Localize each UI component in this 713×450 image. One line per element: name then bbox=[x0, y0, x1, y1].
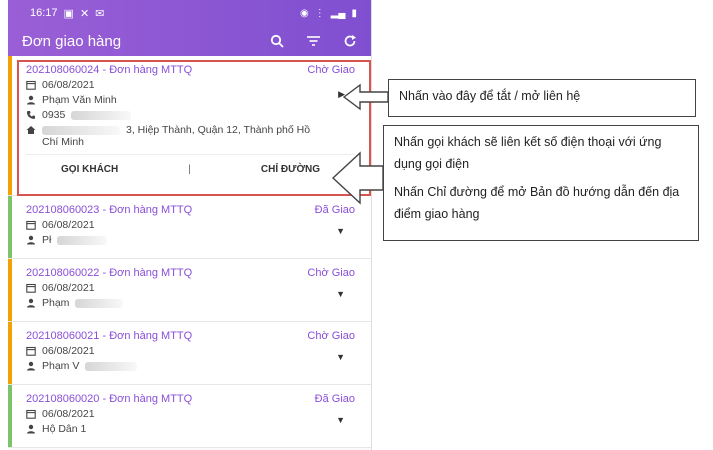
alarm-icon: ◉ bbox=[299, 7, 309, 19]
calendar-icon bbox=[26, 220, 36, 230]
battery-icon: ▮ bbox=[351, 7, 357, 19]
order-status: Chờ Giao bbox=[307, 64, 355, 76]
callout-toggle-text: Nhấn vào đây để tắt / mở liên hệ bbox=[399, 89, 581, 103]
page-title: Đơn giao hàng bbox=[22, 32, 122, 50]
order-code: 202108060024 - Đơn hàng MTTQ bbox=[26, 64, 193, 76]
order-item[interactable]: 202108060020 - Đơn hàng MTTQ Đã Giao 06/… bbox=[8, 385, 371, 448]
signal-icon: ▂▄ bbox=[330, 7, 346, 19]
order-status: Đã Giao bbox=[314, 393, 355, 405]
calendar-icon bbox=[26, 283, 36, 293]
order-status: Đã Giao bbox=[314, 204, 355, 216]
customer-phone[interactable]: 0935 bbox=[42, 109, 65, 121]
order-code: 202108060023 - Đơn hàng MTTQ bbox=[26, 204, 193, 216]
order-code: 202108060022 - Đơn hàng MTTQ bbox=[26, 267, 193, 279]
order-date: 06/08/2021 bbox=[42, 79, 95, 91]
chevron-down-icon[interactable]: ▼ bbox=[336, 352, 345, 362]
redacted-phone bbox=[71, 110, 132, 120]
customer-name: Phạm V bbox=[42, 360, 80, 372]
phone-icon bbox=[26, 110, 36, 120]
divider: | bbox=[188, 164, 191, 175]
customer-address-line2: Chí Minh bbox=[42, 136, 85, 148]
customer-name: Phạm bbox=[42, 297, 70, 309]
person-icon bbox=[26, 361, 36, 371]
mail-icon: ✉ bbox=[95, 7, 105, 20]
chevron-down-icon[interactable]: ▼ bbox=[336, 289, 345, 299]
order-item[interactable]: 202108060021 - Đơn hàng MTTQ Chờ Giao 06… bbox=[8, 322, 371, 385]
order-actions: GỌI KHÁCH | CHỈ ĐƯỜNG bbox=[26, 154, 355, 184]
mute-icon: ✕ bbox=[79, 7, 90, 20]
customer-name: Hộ Dân 1 bbox=[42, 423, 87, 435]
calendar-icon bbox=[26, 80, 36, 90]
filter-icon[interactable] bbox=[306, 35, 321, 47]
status-bar-indicator bbox=[8, 259, 12, 321]
phone-screen: 16:17 ▣ ✕ ✉ ◉ ⋮ ▂▄ ▮ Đơn giao hàng 20210… bbox=[8, 0, 372, 450]
person-icon bbox=[26, 424, 36, 434]
status-time: 16:17 bbox=[30, 7, 58, 19]
order-status: Chờ Giao bbox=[307, 330, 355, 342]
status-bar: 16:17 ▣ ✕ ✉ ◉ ⋮ ▂▄ ▮ bbox=[8, 0, 371, 26]
redacted-name bbox=[75, 298, 124, 308]
customer-name: Phạm Văn Minh bbox=[42, 94, 117, 106]
callout-call-text: Nhấn gọi khách sẽ liên kết số điện thoại… bbox=[394, 135, 662, 171]
order-status: Chờ Giao bbox=[307, 267, 355, 279]
order-date: 06/08/2021 bbox=[42, 345, 95, 357]
person-icon bbox=[26, 95, 36, 105]
search-icon[interactable] bbox=[270, 34, 284, 48]
order-date: 06/08/2021 bbox=[42, 408, 95, 420]
order-code: 202108060020 - Đơn hàng MTTQ bbox=[26, 393, 193, 405]
app-bar: Đơn giao hàng bbox=[8, 26, 371, 56]
redacted-name bbox=[85, 361, 138, 371]
order-code: 202108060021 - Đơn hàng MTTQ bbox=[26, 330, 193, 342]
order-item[interactable]: 202108060022 - Đơn hàng MTTQ Chờ Giao 06… bbox=[8, 259, 371, 322]
order-item[interactable]: 202108060024 - Đơn hàng MTTQ Chờ Giao 06… bbox=[8, 56, 371, 196]
callout-toggle-contact: Nhấn vào đây để tắt / mở liên hệ bbox=[388, 79, 696, 117]
chevron-down-icon[interactable]: ▼ bbox=[336, 415, 345, 425]
redacted-address bbox=[42, 125, 120, 135]
chevron-down-icon[interactable]: ▼ bbox=[336, 226, 345, 236]
status-bar-indicator bbox=[8, 322, 12, 384]
person-icon bbox=[26, 235, 36, 245]
customer-address: 3, Hiệp Thành, Quận 12, Thành phố Hồ bbox=[126, 124, 311, 136]
order-date: 06/08/2021 bbox=[42, 282, 95, 294]
order-item[interactable]: 202108060023 - Đơn hàng MTTQ Đã Giao 06/… bbox=[8, 196, 371, 259]
status-bar-indicator bbox=[8, 385, 12, 447]
customer-name: Pł bbox=[42, 234, 52, 246]
callout-call-and-directions: Nhấn gọi khách sẽ liên kết số điện thoại… bbox=[383, 125, 699, 241]
call-customer-button[interactable]: GỌI KHÁCH bbox=[61, 164, 118, 175]
callout-directions-text: Nhấn Chỉ đường để mở Bản đồ hướng dẫn đế… bbox=[394, 184, 680, 221]
image-icon: ▣ bbox=[63, 7, 74, 20]
directions-button[interactable]: CHỈ ĐƯỜNG bbox=[261, 164, 320, 175]
refresh-icon[interactable] bbox=[343, 34, 357, 48]
person-icon bbox=[26, 298, 36, 308]
redacted-name bbox=[57, 235, 108, 245]
home-icon bbox=[26, 125, 36, 135]
calendar-icon bbox=[26, 346, 36, 356]
calendar-icon bbox=[26, 409, 36, 419]
status-bar-indicator bbox=[8, 196, 12, 258]
toggle-contact-icon[interactable]: ▶ bbox=[338, 89, 345, 100]
order-date: 06/08/2021 bbox=[42, 219, 95, 231]
status-bar-indicator bbox=[8, 56, 12, 195]
order-list: 202108060024 - Đơn hàng MTTQ Chờ Giao 06… bbox=[8, 56, 371, 448]
wifi-icon: ⋮ bbox=[314, 7, 325, 19]
